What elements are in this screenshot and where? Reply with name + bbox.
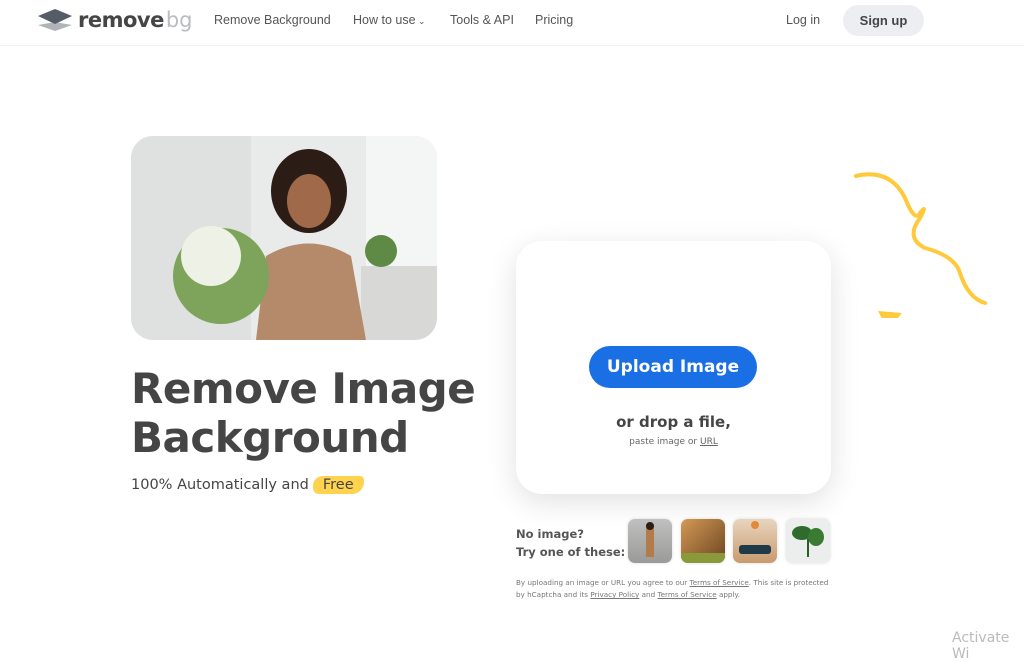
terms-link[interactable]: Terms of Service	[690, 578, 749, 587]
title-line-1: Remove Image	[131, 364, 476, 413]
nav-tools-api[interactable]: Tools & API	[450, 13, 514, 27]
activation-watermark: Activate Wi	[952, 630, 1010, 662]
sample-lion[interactable]	[681, 519, 725, 563]
sample-prompt-line1: No image?	[516, 527, 584, 541]
nav-how-to-use[interactable]: How to use ⌄	[353, 13, 426, 27]
nav-pricing[interactable]: Pricing	[535, 13, 573, 27]
nav-remove-background[interactable]: Remove Background	[214, 13, 331, 27]
legal-text-1: By uploading an image or URL you agree t…	[516, 578, 688, 587]
free-badge: Free	[312, 476, 364, 494]
upload-image-button[interactable]: Upload Image	[589, 346, 757, 388]
subtitle: 100% Automatically and Free	[131, 476, 364, 494]
sample-car[interactable]	[733, 519, 777, 563]
paste-label: paste image or	[629, 437, 698, 447]
terms-link-2[interactable]: Terms of Service	[657, 590, 716, 599]
legal-notice: By uploading an image or URL you agree t…	[516, 577, 836, 601]
sample-woman-scooter[interactable]	[628, 519, 672, 563]
upload-card[interactable]: Upload Image or drop a file, paste image…	[516, 241, 831, 494]
subtitle-text: 100% Automatically and	[131, 477, 309, 493]
login-link[interactable]: Log in	[786, 13, 820, 27]
legal-text-4: apply.	[718, 590, 741, 599]
logo[interactable]: remove bg	[38, 8, 193, 32]
top-navigation: remove bg Remove Background How to use ⌄ …	[0, 0, 1024, 46]
logo-text: remove	[78, 8, 164, 32]
hero-image	[131, 136, 437, 340]
drop-file-text: or drop a file,	[616, 413, 731, 431]
sample-plant[interactable]	[786, 519, 830, 563]
logo-accent: bg	[165, 8, 193, 32]
privacy-link[interactable]: Privacy Policy	[590, 590, 639, 599]
chevron-down-icon: ⌄	[415, 16, 426, 26]
signup-button[interactable]: Sign up	[843, 5, 924, 36]
url-link[interactable]: URL	[700, 437, 718, 447]
legal-text-3: and	[641, 590, 656, 599]
layers-logo-icon	[38, 9, 72, 31]
sample-prompt-line2: Try one of these:	[516, 545, 626, 559]
title-line-2: Background	[131, 413, 409, 462]
page-title: Remove Image Background	[131, 364, 476, 462]
squiggle-decoration-icon	[854, 172, 987, 318]
paste-text: paste image or URL	[516, 437, 831, 447]
sample-prompt: No image? Try one of these:	[516, 525, 625, 561]
nav-how-to-use-label: How to use	[353, 13, 416, 27]
